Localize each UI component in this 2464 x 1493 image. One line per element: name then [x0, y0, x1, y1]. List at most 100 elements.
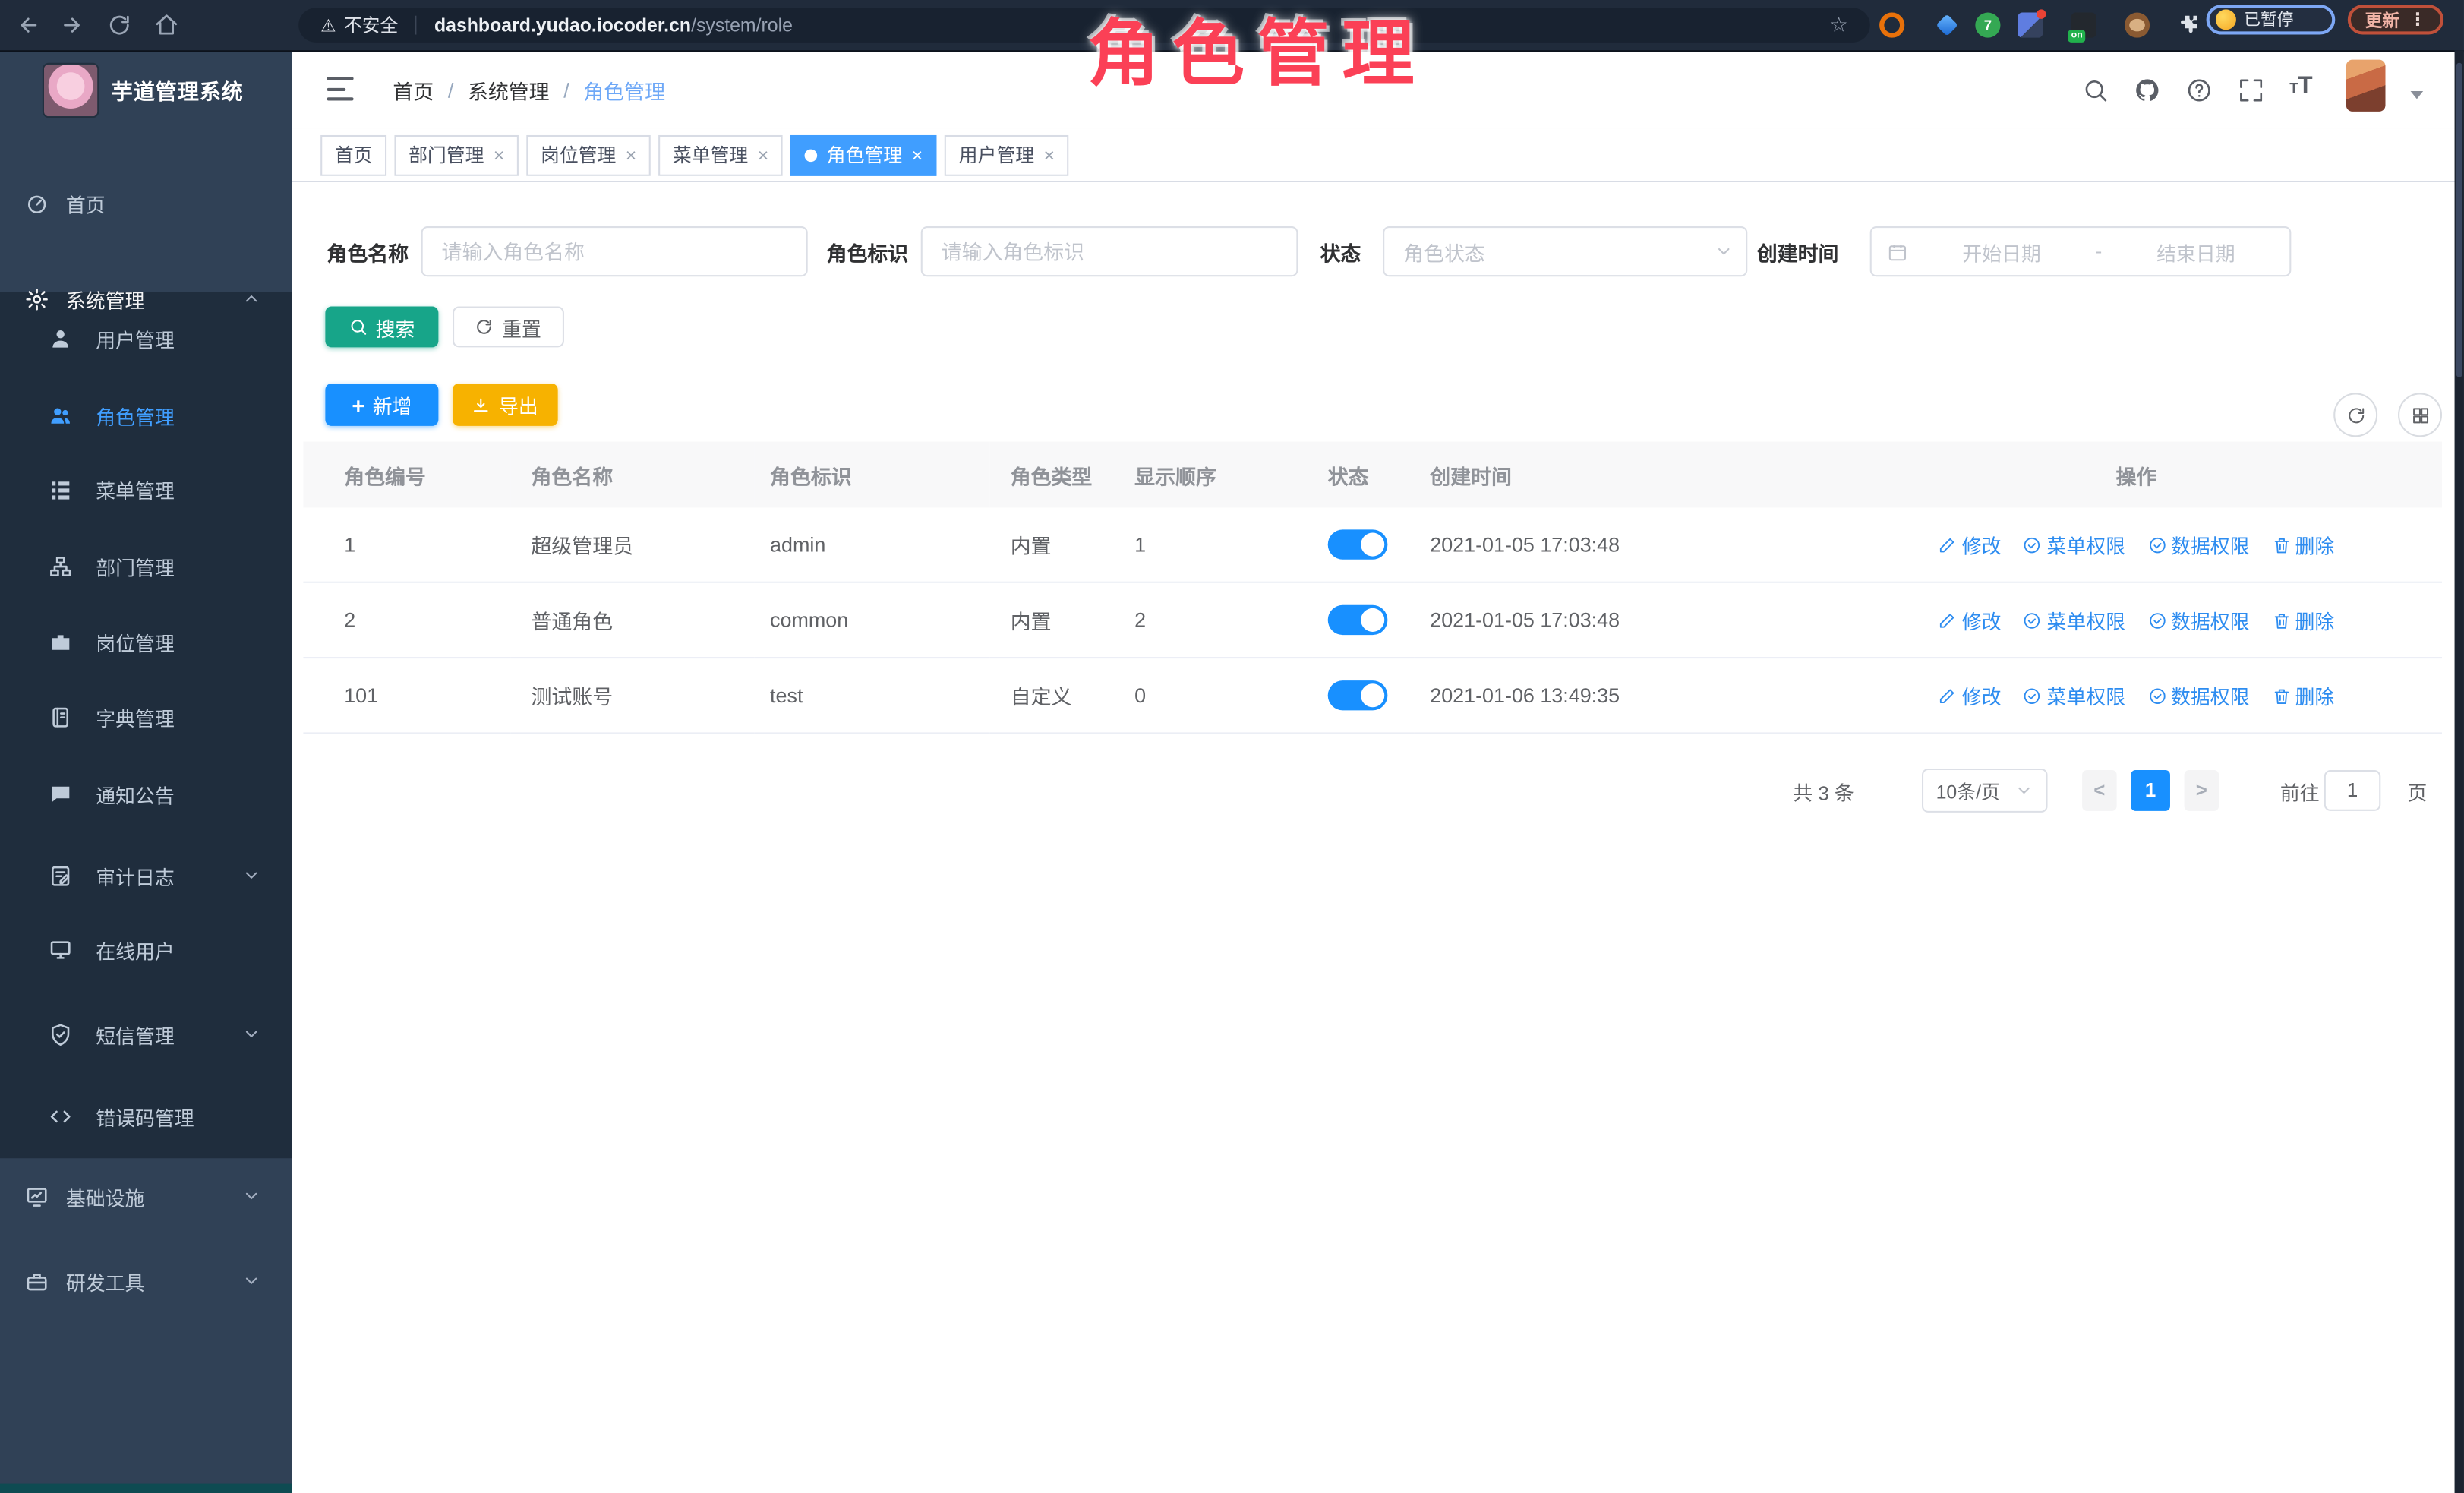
tab-menus[interactable]: 菜单管理×: [658, 134, 783, 175]
home-icon[interactable]: [151, 9, 182, 40]
monitor-icon: [49, 937, 72, 961]
close-icon[interactable]: ×: [494, 145, 505, 164]
back-icon[interactable]: [13, 9, 44, 40]
status-toggle[interactable]: [1328, 680, 1388, 710]
date-range-picker[interactable]: 开始日期 - 结束日期: [1870, 226, 2292, 276]
forward-icon[interactable]: [57, 9, 88, 40]
sidebar-item-error-codes[interactable]: 错误码管理: [0, 1094, 292, 1138]
add-button[interactable]: + 新增: [325, 384, 438, 426]
current-page-button[interactable]: 1: [2131, 770, 2170, 811]
scrollbar-thumb[interactable]: [2456, 63, 2462, 377]
export-button[interactable]: 导出: [453, 384, 558, 426]
extension-icon-green[interactable]: 7: [1975, 13, 2000, 38]
edit-link[interactable]: 修改: [1939, 605, 2002, 635]
extensions-puzzle-icon[interactable]: [2175, 13, 2200, 38]
search-icon[interactable]: [2082, 77, 2109, 103]
sidebar-item-roles[interactable]: 角色管理: [0, 393, 292, 437]
sidebar-item-label: 首页: [66, 188, 106, 217]
role-name-input[interactable]: [421, 226, 808, 276]
end-date-placeholder[interactable]: 结束日期: [2102, 236, 2289, 266]
prev-page-button[interactable]: <: [2082, 770, 2117, 811]
sidebar-item-audit-log[interactable]: 审计日志: [0, 854, 292, 898]
sidebar-item-home[interactable]: 首页: [0, 181, 292, 225]
fullscreen-icon[interactable]: [2238, 77, 2264, 103]
trash-icon: [2271, 686, 2290, 705]
reload-icon[interactable]: [104, 9, 135, 40]
delete-link[interactable]: 删除: [2271, 605, 2334, 635]
sidebar-item-system[interactable]: 系统管理: [0, 276, 292, 320]
app-logo: [43, 62, 99, 117]
data-permission-link[interactable]: 数据权限: [2147, 605, 2250, 635]
browser-menu-icon[interactable]: ⋮: [2409, 9, 2427, 30]
goto-page-field[interactable]: [2326, 778, 2379, 803]
extension-icon-gem[interactable]: [1935, 13, 1960, 38]
close-icon[interactable]: ×: [1043, 145, 1055, 164]
next-page-button[interactable]: >: [2185, 770, 2219, 811]
data-permission-link[interactable]: 数据权限: [2147, 529, 2250, 559]
sidebar-item-dictionary[interactable]: 字典管理: [0, 695, 292, 739]
search-button[interactable]: 搜索: [325, 307, 438, 348]
help-icon[interactable]: [2186, 77, 2213, 103]
circle-check-icon: [2023, 686, 2042, 705]
avatar[interactable]: [2346, 60, 2386, 112]
column-settings-button[interactable]: [2398, 393, 2442, 437]
edit-link[interactable]: 修改: [1939, 680, 2002, 710]
bookmark-star-icon[interactable]: ☆: [1830, 13, 1848, 38]
app-logo-row[interactable]: 芋道管理系统: [0, 57, 292, 123]
goto-page-input[interactable]: [2324, 770, 2381, 811]
start-date-placeholder[interactable]: 开始日期: [1908, 236, 2096, 266]
sidebar-item-notices[interactable]: 通知公告: [0, 772, 292, 816]
cell-role-id: 101: [303, 658, 510, 733]
avatar-caret-icon[interactable]: [2411, 91, 2424, 99]
url-bar[interactable]: ⚠ 不安全 dashboard.yudao.iocoder.cn /system…: [298, 8, 1870, 43]
status-toggle[interactable]: [1328, 529, 1388, 559]
role-name-field[interactable]: [423, 228, 806, 275]
chrome-update-button[interactable]: 更新 ⋮: [2348, 5, 2443, 34]
close-icon[interactable]: ×: [758, 145, 769, 164]
status-toggle[interactable]: [1328, 605, 1388, 635]
circle-check-icon: [2147, 686, 2166, 705]
sidebar-item-sms[interactable]: 短信管理: [0, 1012, 292, 1056]
scrollbar[interactable]: [2455, 50, 2464, 1493]
sidebar-item-label: 字典管理: [96, 702, 175, 731]
menu-permission-link[interactable]: 菜单权限: [2023, 680, 2125, 710]
role-code-input[interactable]: [921, 226, 1298, 276]
cell-role-id: 1: [303, 507, 510, 582]
menu-permission-link[interactable]: 菜单权限: [2023, 605, 2125, 635]
table-refresh-button[interactable]: [2333, 393, 2377, 437]
extension-icon-dark[interactable]: on: [2071, 13, 2096, 38]
sidebar-item-departments[interactable]: 部门管理: [0, 544, 292, 588]
breadcrumb-system[interactable]: 系统管理: [468, 74, 550, 104]
profile-paused-chip[interactable]: 已暂停: [2207, 5, 2336, 34]
delete-link[interactable]: 删除: [2271, 680, 2334, 710]
reset-button[interactable]: 重置: [453, 307, 564, 348]
menu-permission-link[interactable]: 菜单权限: [2023, 529, 2125, 559]
sidebar-item-online-users[interactable]: 在线用户: [0, 927, 292, 971]
data-permission-link[interactable]: 数据权限: [2147, 680, 2250, 710]
font-size-icon[interactable]: TT: [2289, 72, 2316, 99]
github-icon[interactable]: [2134, 77, 2160, 103]
close-icon[interactable]: ×: [626, 145, 637, 164]
extension-icon-monkey[interactable]: [2125, 13, 2150, 38]
sidebar-item-menus[interactable]: 菜单管理: [0, 467, 292, 511]
sidebar-item-users[interactable]: 用户管理: [0, 316, 292, 360]
extension-icon-cluster[interactable]: [2018, 13, 2043, 38]
tab-roles-active[interactable]: 角色管理×: [790, 134, 937, 175]
delete-link[interactable]: 删除: [2271, 529, 2334, 559]
chat-bubble-icon: [49, 782, 72, 806]
tab-home[interactable]: 首页: [320, 134, 386, 175]
close-icon[interactable]: ×: [912, 145, 923, 164]
sidebar-item-dev-tools[interactable]: 研发工具: [0, 1259, 292, 1303]
role-code-field[interactable]: [923, 228, 1297, 275]
edit-link[interactable]: 修改: [1939, 529, 2002, 559]
tab-departments[interactable]: 部门管理×: [394, 134, 519, 175]
page-size-select[interactable]: 10条/页: [1922, 769, 2048, 813]
breadcrumb-home[interactable]: 首页: [393, 74, 434, 104]
extension-icon-orange[interactable]: [1879, 13, 1904, 38]
sidebar-item-posts[interactable]: 岗位管理: [0, 619, 292, 663]
status-select[interactable]: 角色状态: [1383, 226, 1747, 276]
sidebar-item-infrastructure[interactable]: 基础设施: [0, 1174, 292, 1218]
tab-users[interactable]: 用户管理×: [945, 134, 1069, 175]
hamburger-icon[interactable]: [327, 77, 353, 100]
tab-posts[interactable]: 岗位管理×: [526, 134, 651, 175]
